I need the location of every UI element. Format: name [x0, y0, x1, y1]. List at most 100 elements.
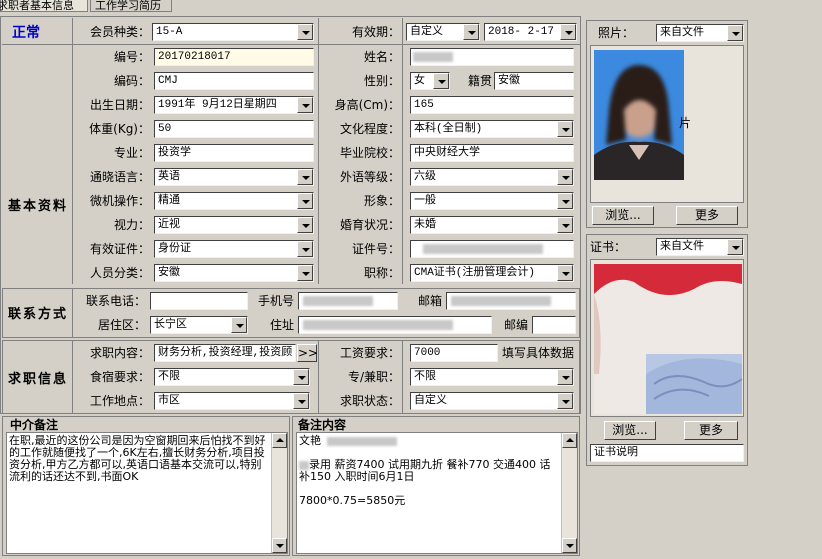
address-label: 住址 [269, 318, 294, 332]
marriage-label: 婚育状况： [339, 218, 400, 232]
location-select[interactable]: 市区 [154, 392, 310, 410]
chevron-down-icon [297, 97, 313, 113]
agency-note-title: 中介备注 [10, 418, 59, 432]
divider [72, 18, 73, 284]
chevron-down-icon [297, 241, 313, 257]
member-type-select[interactable]: 15-A [152, 23, 314, 41]
validity-type-select[interactable]: 自定义 [406, 23, 480, 41]
weight-field[interactable]: 50 [154, 120, 314, 138]
chevron-down-icon [231, 317, 247, 333]
photo-alt-text: 片 [679, 116, 692, 130]
remark-textarea[interactable]: 文艳 录用 薪资7400 试用期九折 餐补770 交通400 话补150 入职时… [296, 432, 578, 554]
title-label: 职称： [363, 266, 400, 280]
job-content-label: 求职内容： [89, 346, 150, 360]
origin-label: 籍贯 [467, 74, 492, 88]
district-label: 居住区： [97, 318, 146, 332]
photo-browse-button[interactable]: 浏览... [592, 206, 654, 225]
vision-select[interactable]: 近视 [154, 216, 314, 234]
code-field[interactable]: CMJ [154, 72, 314, 90]
marriage-select[interactable]: 未婚 [410, 216, 574, 234]
school-label: 毕业院校： [339, 146, 400, 160]
district-select[interactable]: 长宁区 [150, 316, 248, 334]
major-field[interactable]: 投资学 [154, 144, 314, 162]
parttime-select[interactable]: 不限 [410, 368, 574, 386]
chevron-down-icon [560, 24, 576, 40]
chevron-down-icon [297, 265, 313, 281]
vision-label: 视力： [113, 218, 150, 232]
remark-scrollbar[interactable] [561, 433, 577, 553]
divider [402, 340, 403, 414]
redacted-value [303, 296, 373, 306]
agency-note-scrollbar[interactable] [271, 433, 287, 553]
tab-basic-info[interactable]: 求职者基本信息 [0, 0, 88, 12]
chevron-down-icon [557, 369, 573, 385]
id-no-label: 证件号： [351, 242, 400, 256]
gender-select[interactable]: 女 [410, 72, 450, 90]
scroll-up-icon[interactable] [272, 433, 287, 448]
code-label: 编码： [113, 74, 150, 88]
birth-date-picker[interactable]: 1991年 9月12日星期四 [154, 96, 314, 114]
image-select[interactable]: 一般 [410, 192, 574, 210]
scroll-down-icon[interactable] [272, 538, 287, 553]
edu-select[interactable]: 本科(全日制) [410, 120, 574, 138]
computer-select[interactable]: 精通 [154, 192, 314, 210]
phone-label: 联系电话： [85, 294, 146, 308]
lang-level-select[interactable]: 六级 [410, 168, 574, 186]
agency-note-textarea[interactable]: 在职,最近的这份公司是因为空窗期回来后怕找不到好的工作就随便找了一个,6K左右,… [6, 432, 288, 554]
tab-work-history[interactable]: 工作学习简历 [90, 0, 172, 12]
photo-more-button[interactable]: 更多 [676, 206, 738, 225]
category-label: 人员分类： [89, 266, 150, 280]
height-field[interactable]: 165 [410, 96, 574, 114]
redacted-value [299, 460, 309, 470]
chevron-down-icon [557, 217, 573, 233]
id-type-select[interactable]: 身份证 [154, 240, 314, 258]
cert-browse-button[interactable]: 浏览... [604, 421, 656, 440]
zip-field[interactable] [532, 316, 576, 334]
validity-date-picker[interactable]: 2018- 2-17 [484, 23, 577, 41]
lang-select[interactable]: 英语 [154, 168, 314, 186]
chevron-down-icon [297, 169, 313, 185]
school-field[interactable]: 中央财经大学 [410, 144, 574, 162]
address-field[interactable] [298, 316, 492, 334]
image-label: 形象： [363, 194, 400, 208]
mobile-label: 手机号 [257, 294, 294, 308]
phone-field[interactable] [150, 292, 248, 310]
job-content-field[interactable]: 财务分析,投资经理,投资顾 [154, 344, 296, 362]
divider [72, 340, 73, 414]
id-no-field[interactable] [410, 240, 574, 258]
job-content-more-button[interactable]: >> [297, 344, 318, 362]
lang-label: 通晓语言： [89, 170, 150, 184]
redacted-value [451, 296, 551, 306]
location-label: 工作地点： [89, 394, 150, 408]
gender-label: 性别： [363, 74, 400, 88]
salary-field[interactable]: 7000 [410, 344, 498, 362]
number-field[interactable]: 20170218017 [154, 48, 314, 66]
job-status-select[interactable]: 自定义 [410, 392, 574, 410]
photo-source-select[interactable]: 来自文件 [656, 24, 744, 42]
name-field[interactable] [410, 48, 574, 66]
cert-label: 证书： [590, 240, 627, 254]
mobile-field[interactable] [298, 292, 398, 310]
cert-source-select[interactable]: 来自文件 [656, 238, 744, 256]
chevron-down-icon [297, 217, 313, 233]
redacted-value [303, 320, 453, 330]
origin-field[interactable]: 安徽 [494, 72, 574, 90]
category-select[interactable]: 安徽 [154, 264, 314, 282]
cert-description-field[interactable]: 证书说明 [590, 444, 744, 462]
title-select[interactable]: CMA证书(注册管理会计) [410, 264, 574, 282]
chevron-down-icon [727, 239, 743, 255]
cert-more-button[interactable]: 更多 [684, 421, 738, 440]
height-label: 身高(Cm)： [334, 98, 400, 112]
divider [2, 44, 580, 45]
section-job-title: 求职信息 [8, 372, 69, 387]
food-select[interactable]: 不限 [154, 368, 310, 386]
remark-title: 备注内容 [298, 418, 347, 432]
scroll-up-icon[interactable] [562, 433, 577, 448]
member-type-label: 会员种类： [89, 25, 150, 39]
weight-label: 体重(Kg)： [89, 122, 150, 136]
chevron-down-icon [557, 193, 573, 209]
parttime-label: 专/兼职： [347, 370, 400, 384]
scroll-down-icon[interactable] [562, 538, 577, 553]
mailbox-field[interactable] [446, 292, 576, 310]
lang-level-label: 外语等级： [339, 170, 400, 184]
